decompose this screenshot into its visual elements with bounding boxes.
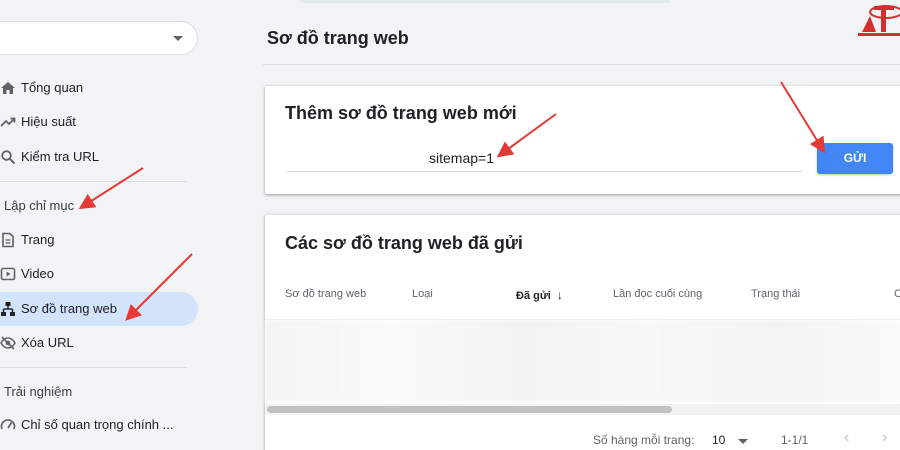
sidebar-item-label: Tổng quan — [21, 80, 84, 95]
sidebar-item-core-web-vitals[interactable]: Chỉ số quan trọng chính ... — [0, 408, 198, 442]
next-page-button[interactable]: › — [882, 429, 887, 447]
page-icon — [2, 232, 14, 248]
sidebar-item-label: Chỉ số quan trọng chính ... — [21, 417, 174, 432]
trending-up-icon — [0, 117, 16, 127]
sidebar-item-label: Hiệu suất — [21, 114, 76, 129]
section-heading-experience: Trải nghiệm — [4, 384, 73, 399]
column-header-type[interactable]: Loại — [412, 288, 433, 300]
page-title: Sơ đồ trang web — [267, 28, 409, 48]
header-divider — [263, 64, 900, 65]
column-header-status[interactable]: Trạng thái — [751, 288, 800, 300]
horizontal-scrollbar-thumb[interactable] — [267, 406, 672, 413]
sidebar-item-performance[interactable]: Hiệu suất — [0, 105, 198, 139]
home-icon — [1, 82, 15, 94]
sidebar-item-pages[interactable]: Trang — [0, 223, 198, 257]
sidebar: Tổng quan Hiệu suất Kiểm tra URL Lập chỉ… — [0, 0, 215, 450]
submitted-sitemaps-title: Các sơ đồ trang web đã gửi — [285, 233, 523, 253]
table-row[interactable] — [265, 320, 900, 402]
sidebar-item-removals[interactable]: Xóa URL — [0, 326, 198, 360]
top-app-bar-edge — [300, 0, 670, 3]
visibility-off-icon — [0, 336, 16, 350]
brand-logo — [858, 5, 900, 36]
sidebar-item-overview[interactable]: Tổng quan — [0, 71, 198, 105]
sidebar-item-label: Kiểm tra URL — [21, 149, 100, 164]
sitemap-url-input[interactable]: sitemap=1 — [287, 146, 802, 172]
column-header-last-read[interactable]: Lần đọc cuối cùng — [613, 288, 702, 300]
submit-button[interactable]: GỬI — [817, 143, 893, 174]
sidebar-divider — [0, 181, 187, 182]
sidebar-item-sitemaps[interactable]: Sơ đồ trang web — [0, 292, 198, 326]
chevron-down-icon[interactable] — [738, 439, 748, 444]
column-header-submitted[interactable]: Đã gửi ↓ — [516, 288, 563, 302]
chevron-down-icon — [173, 36, 183, 41]
speed-icon — [0, 419, 16, 430]
search-icon — [1, 150, 16, 165]
video-icon — [0, 267, 16, 281]
page-range: 1-1/1 — [781, 433, 809, 447]
column-header-submitted-label: Đã gửi — [516, 290, 551, 302]
rows-per-page-label: Số hàng mỗi trang: — [593, 433, 695, 447]
sidebar-item-label: Video — [21, 266, 55, 281]
section-heading-indexing: Lập chỉ mục — [4, 198, 75, 213]
column-header-truncated[interactable]: C — [894, 288, 900, 300]
prev-page-button[interactable]: ‹ — [844, 429, 849, 447]
column-header-sitemap[interactable]: Sơ đồ trang web — [285, 288, 366, 300]
sidebar-item-label: Sơ đồ trang web — [21, 301, 117, 316]
rows-per-page-select[interactable]: 10 — [712, 433, 725, 447]
sitemap-icon — [1, 302, 15, 316]
add-sitemap-title: Thêm sơ đồ trang web mới — [285, 103, 517, 123]
arrow-down-icon: ↓ — [556, 288, 563, 302]
sitemap-url-value: sitemap=1 — [429, 150, 494, 166]
sidebar-divider — [0, 367, 187, 368]
add-sitemap-card: Thêm sơ đồ trang web mới sitemap=1 GỬI — [265, 86, 900, 194]
property-selector[interactable] — [0, 21, 198, 55]
sidebar-item-video[interactable]: Video — [0, 257, 198, 291]
sidebar-item-label: Xóa URL — [21, 335, 74, 350]
sidebar-item-url-inspection[interactable]: Kiểm tra URL — [0, 140, 198, 174]
sidebar-item-label: Trang — [21, 232, 55, 247]
submitted-sitemaps-card: Các sơ đồ trang web đã gửi Sơ đồ trang w… — [265, 215, 900, 450]
